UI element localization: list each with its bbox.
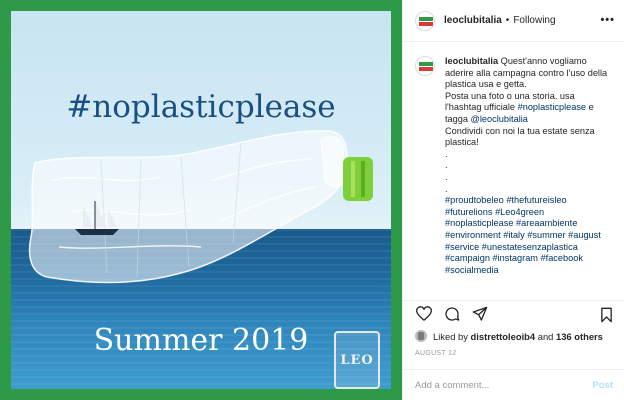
likes-middle: and: [537, 330, 554, 342]
caption-dot: .: [445, 171, 448, 182]
likes-summary: Liked by distrettoleoib4 and 136 others: [415, 330, 603, 342]
hashtag-link[interactable]: #unestatesenzaplastica: [482, 242, 578, 252]
hashtag-link[interactable]: #proudtobeleo: [445, 195, 504, 205]
bookmark-icon[interactable]: [597, 306, 615, 324]
share-icon[interactable]: [471, 305, 489, 323]
hashtag-link[interactable]: #italy: [503, 230, 524, 240]
hashtag-link[interactable]: #noplasticplease: [518, 102, 586, 112]
post-comment-button[interactable]: Post: [592, 380, 613, 391]
following-button[interactable]: Following: [513, 15, 555, 26]
hashtag-link[interactable]: #noplasticplease: [445, 218, 513, 228]
comment-bar: Post: [403, 369, 624, 400]
hashtag-link[interactable]: #campaign: [445, 253, 490, 263]
liker-username[interactable]: distrettoleoib4: [471, 331, 536, 342]
post-header: leoclubitalia • Following •••: [403, 0, 624, 42]
post-date[interactable]: AUGUST 12: [415, 350, 456, 357]
hashtag-link[interactable]: #areaambiente: [516, 218, 577, 228]
hashtag-link[interactable]: #august: [568, 230, 601, 240]
comment-input[interactable]: [415, 379, 593, 391]
caption-text: leoclubitalia Quest'anno vogliamo aderir…: [445, 56, 613, 300]
liker-avatar[interactable]: [415, 330, 427, 342]
caption-avatar[interactable]: [415, 56, 435, 76]
header-username[interactable]: leoclubitalia: [444, 15, 502, 26]
separator-dot: •: [505, 15, 510, 26]
post-side-panel: leoclubitalia • Following ••• leoclubita…: [402, 0, 624, 400]
leo-logo: LEO: [334, 331, 380, 389]
mention-link[interactable]: @leoclubitalia: [471, 114, 528, 124]
hashtag-link[interactable]: #instagram: [493, 253, 538, 263]
likes-others-link[interactable]: 136 others: [556, 331, 603, 342]
caption-dot: .: [445, 183, 448, 194]
avatar[interactable]: [415, 10, 435, 31]
post-headline: #noplasticplease: [66, 89, 336, 125]
caption-dot: .: [445, 148, 448, 159]
caption: leoclubitalia Quest'anno vogliamo aderir…: [403, 42, 624, 300]
hashtag-link[interactable]: #futurelions: [445, 207, 493, 217]
hashtag-link[interactable]: #Leo4green: [495, 207, 544, 217]
heart-icon[interactable]: [415, 305, 433, 323]
hashtag-link[interactable]: #socialmedia: [445, 265, 499, 275]
caption-line: Condividi con noi la tua estate senza pl…: [445, 125, 595, 148]
more-horizontal-icon[interactable]: •••: [600, 14, 615, 26]
hashtag-link[interactable]: #environment: [445, 230, 501, 240]
hashtag-link[interactable]: #summer: [527, 230, 565, 240]
caption-dot: .: [445, 160, 448, 171]
caption-username[interactable]: leoclubitalia: [445, 56, 498, 66]
post-actions: [403, 300, 624, 326]
comment-icon[interactable]: [443, 305, 461, 323]
hashtag-link[interactable]: #thefutureisleo: [506, 195, 566, 205]
post-photo[interactable]: #noplasticplease Summer 2019 LEO: [11, 11, 391, 389]
hashtag-link[interactable]: #service: [445, 242, 479, 252]
hashtag-link[interactable]: #facebook: [541, 253, 583, 263]
post-image-frame[interactable]: #noplasticplease Summer 2019 LEO: [0, 0, 402, 400]
likes-prefix: Liked by: [433, 330, 468, 342]
